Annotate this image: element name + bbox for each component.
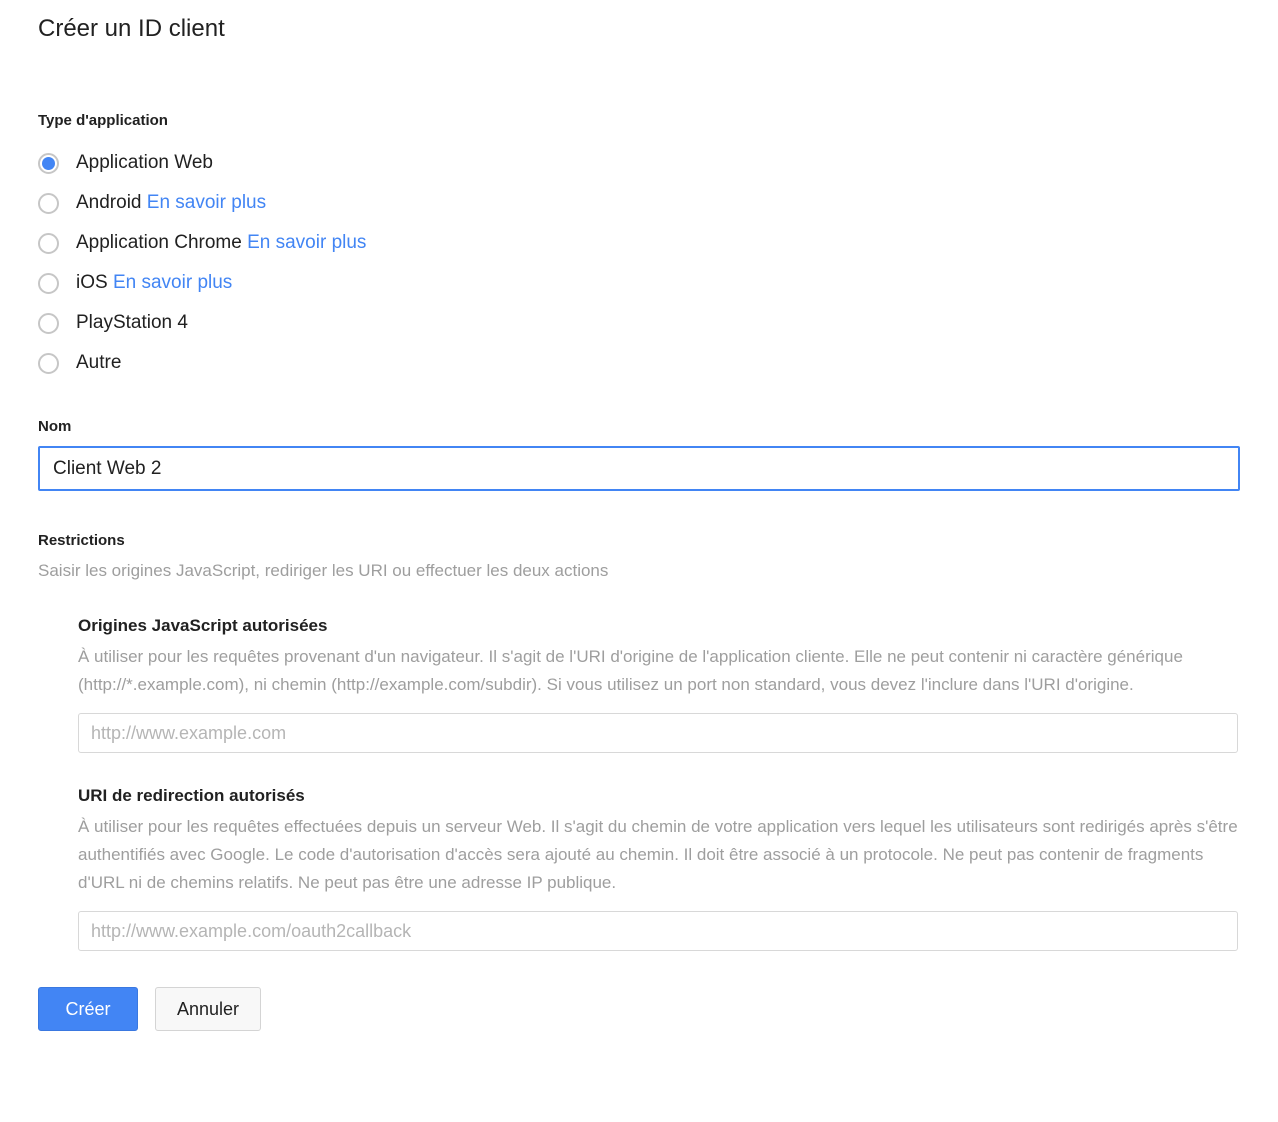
radio-icon-unselected[interactable] [38, 192, 59, 214]
radio-label: Android En savoir plus [76, 191, 266, 215]
form-actions: Créer Annuler [38, 987, 1240, 1031]
javascript-origins-description: À utiliser pour les requêtes provenant d… [78, 647, 1183, 694]
radio-label: Application Web [76, 151, 213, 175]
radio-option-text: Application Chrome [76, 232, 242, 253]
radio-option-text: Autre [76, 352, 122, 373]
radio-icon-unselected[interactable] [38, 312, 59, 334]
learn-more-link-ios[interactable]: En savoir plus [113, 272, 232, 293]
learn-more-link-android[interactable]: En savoir plus [147, 192, 266, 213]
radio-option-ios[interactable]: iOS En savoir plus [38, 263, 1240, 303]
radio-label: Application Chrome En savoir plus [76, 231, 366, 255]
radio-option-text: Application Web [76, 152, 213, 173]
radio-option-text: Android [76, 192, 142, 213]
radio-label: PlayStation 4 [76, 311, 188, 335]
radio-icon-unselected[interactable] [38, 352, 59, 374]
radio-option-playstation-4[interactable]: PlayStation 4 [38, 303, 1240, 343]
cancel-button[interactable]: Annuler [155, 987, 262, 1031]
javascript-origins-input[interactable] [78, 713, 1238, 753]
create-client-id-form: Créer un ID client Type d'application Ap… [0, 0, 1278, 1122]
name-input[interactable] [38, 446, 1240, 491]
radio-option-text: PlayStation 4 [76, 312, 188, 333]
restrictions-subtitle: Saisir les origines JavaScript, redirige… [38, 561, 609, 580]
radio-icon-selected[interactable] [38, 152, 59, 174]
radio-option-text: iOS [76, 272, 108, 293]
application-type-radio-group[interactable]: Application Web Android En savoir plus A… [38, 143, 1240, 383]
radio-icon-unselected[interactable] [38, 232, 59, 254]
radio-option-android[interactable]: Android En savoir plus [38, 183, 1240, 223]
name-field-label: Nom [38, 418, 72, 435]
redirect-uris-input[interactable] [78, 911, 1238, 951]
javascript-origins-title: Origines JavaScript autorisées [78, 616, 328, 635]
radio-label: Autre [76, 351, 121, 375]
application-type-label: Type d'application [38, 112, 168, 129]
redirect-uris-description: À utiliser pour les requêtes effectuées … [78, 817, 1238, 892]
learn-more-link-chrome[interactable]: En savoir plus [247, 232, 366, 253]
restrictions-label: Restrictions [38, 532, 125, 549]
javascript-origins-block: Origines JavaScript autorisées À utilise… [78, 615, 1240, 753]
create-button[interactable]: Créer [38, 987, 138, 1031]
radio-option-application-web[interactable]: Application Web [38, 143, 1240, 183]
radio-label: iOS En savoir plus [76, 271, 232, 295]
redirect-uris-block: URI de redirection autorisés À utiliser … [78, 785, 1240, 951]
redirect-uris-title: URI de redirection autorisés [78, 786, 305, 805]
page-title: Créer un ID client [38, 15, 225, 42]
radio-icon-unselected[interactable] [38, 272, 59, 294]
radio-option-application-chrome[interactable]: Application Chrome En savoir plus [38, 223, 1240, 263]
radio-option-autre[interactable]: Autre [38, 343, 1240, 383]
